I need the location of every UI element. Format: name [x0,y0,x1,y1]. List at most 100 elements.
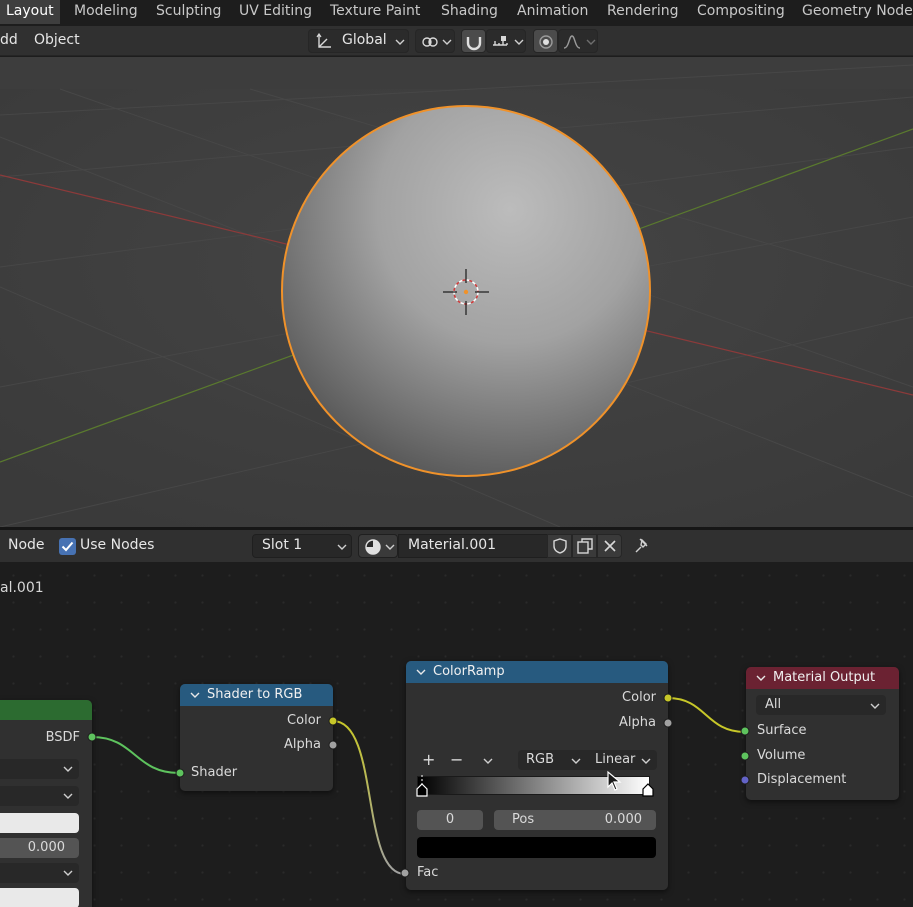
stop-position-field[interactable]: Pos 0.000 [494,810,656,830]
material-name: Material.001 [408,537,497,553]
fac-input-socket[interactable] [400,868,410,878]
volume-input-label: Volume [757,748,806,763]
bsdf-output-socket[interactable] [87,732,97,742]
snap-toggle[interactable] [461,29,486,53]
tab-geometry-nodes[interactable]: Geometry Nodes [796,0,913,24]
displacement-input-socket[interactable] [740,775,750,785]
menu-object[interactable]: Object [34,32,80,48]
add-stop-button[interactable]: + [422,750,435,769]
chevron-down-icon [641,758,651,764]
remove-stop-button[interactable]: − [450,750,463,769]
duplicate-icon [577,538,593,554]
slot-dropdown[interactable]: Slot 1 [252,534,352,558]
tab-texture-paint[interactable]: Texture Paint [324,0,426,24]
subsurface-method-dropdown[interactable] [0,786,79,806]
proportional-editing-toggle[interactable] [533,29,558,53]
render-target-dropdown[interactable]: All [756,695,886,715]
use-nodes-checkbox[interactable] [59,538,76,555]
material-output-node[interactable]: Material Output All Surface Volume Displ… [740,667,899,800]
ramp-menu-chevron-icon[interactable] [483,757,493,765]
option-dropdown[interactable] [0,863,79,883]
material-output-header[interactable]: Material Output [746,667,899,689]
fake-user-button[interactable] [547,534,572,558]
pivot-point-dropdown[interactable] [415,29,455,53]
color-ramp-node[interactable]: ColorRamp Color Alpha + − RGB Linear 0 P… [400,661,673,890]
node-title: ColorRamp [433,664,505,679]
principled-bsdf-node[interactable]: BSDF 0.000 [0,700,97,907]
unlink-material-button[interactable] [597,534,622,558]
mouse-cursor-icon [607,770,622,791]
tab-rendering[interactable]: Rendering [601,0,685,24]
material-name-field[interactable]: Material.001 [398,534,548,558]
node-editor-canvas[interactable]: al.001 BSDF 0.000 Shader to RGB Color Al… [0,562,913,907]
collapse-chevron-icon[interactable] [756,674,766,682]
bsdf-node-header[interactable] [0,700,92,720]
shader-to-rgb-node[interactable]: Shader to RGB Color Alpha Shader [175,684,338,791]
close-icon [604,540,616,552]
tab-modeling[interactable]: Modeling [68,0,144,24]
pivot-icon [422,37,438,47]
active-stop-value: 0 [445,812,455,827]
falloff-curve-icon [563,35,581,49]
active-stop-field[interactable]: 0 [417,810,483,830]
alpha-output-socket[interactable] [663,718,673,728]
surface-input-socket[interactable] [740,726,750,736]
tab-shading[interactable]: Shading [435,0,504,24]
color-swatch[interactable] [0,888,79,907]
tab-layout[interactable]: Layout [0,0,60,24]
snap-increment-icon [493,36,508,46]
color-output-socket[interactable] [663,693,673,703]
checkmark-icon [61,541,74,552]
tab-animation[interactable]: Animation [511,0,594,24]
interpolation-dropdown[interactable]: Linear [587,750,657,770]
chevron-down-icon [571,758,581,764]
chevron-down-icon [63,766,73,772]
pin-icon [635,538,648,553]
transform-orientation-dropdown[interactable]: Global [308,29,409,53]
chevron-down-icon [442,39,452,45]
collapse-chevron-icon[interactable] [416,668,426,676]
base-color-swatch[interactable] [0,813,79,833]
distribution-dropdown[interactable] [0,759,79,779]
volume-input-socket[interactable] [740,751,750,761]
orientation-label: Global [342,32,387,48]
node-title: Material Output [773,670,876,685]
duplicate-material-button[interactable] [572,534,597,558]
chevron-down-icon [870,703,880,709]
shader-input-socket[interactable] [175,768,185,778]
magnet-icon [466,37,482,51]
snap-target-dropdown[interactable] [486,29,526,53]
pos-value: 0.000 [604,812,642,827]
color-mode-dropdown[interactable]: RGB [518,750,587,770]
render-target-label: All [765,697,782,712]
fac-input-label: Fac [417,865,439,880]
chevron-down-icon [63,870,73,876]
chevron-down-icon [63,793,73,799]
shader-to-rgb-header[interactable]: Shader to RGB [180,684,333,706]
collapse-chevron-icon[interactable] [190,691,200,699]
alpha-output-socket[interactable] [328,740,338,750]
tab-uv-editing[interactable]: UV Editing [233,0,318,24]
menu-node[interactable]: Node [8,537,45,553]
tab-sculpting[interactable]: Sculpting [150,0,227,24]
chevron-down-icon [514,39,524,45]
color-stop-white[interactable] [642,775,654,799]
color-output-label: Color [622,690,656,705]
workspace-tab-bar: Layout Modeling Sculpting UV Editing Tex… [0,0,913,24]
link-ramp-to-surface [667,697,746,733]
pin-button[interactable] [632,536,652,556]
displacement-input-label: Displacement [757,772,847,787]
color-stop-black[interactable] [416,775,428,799]
tab-compositing[interactable]: Compositing [691,0,791,24]
stop-color-swatch[interactable] [417,837,656,858]
proportional-falloff-dropdown[interactable] [558,29,598,53]
3d-viewport[interactable] [0,57,913,527]
material-browse-button[interactable] [358,534,398,558]
color-output-socket[interactable] [328,716,338,726]
slider-value: 0.000 [27,840,65,855]
slot-label: Slot 1 [262,537,303,553]
menu-add[interactable]: dd [0,32,18,48]
color-ramp-header[interactable]: ColorRamp [406,661,668,683]
value-slider[interactable]: 0.000 [0,838,79,858]
material-sphere-icon [365,539,381,555]
